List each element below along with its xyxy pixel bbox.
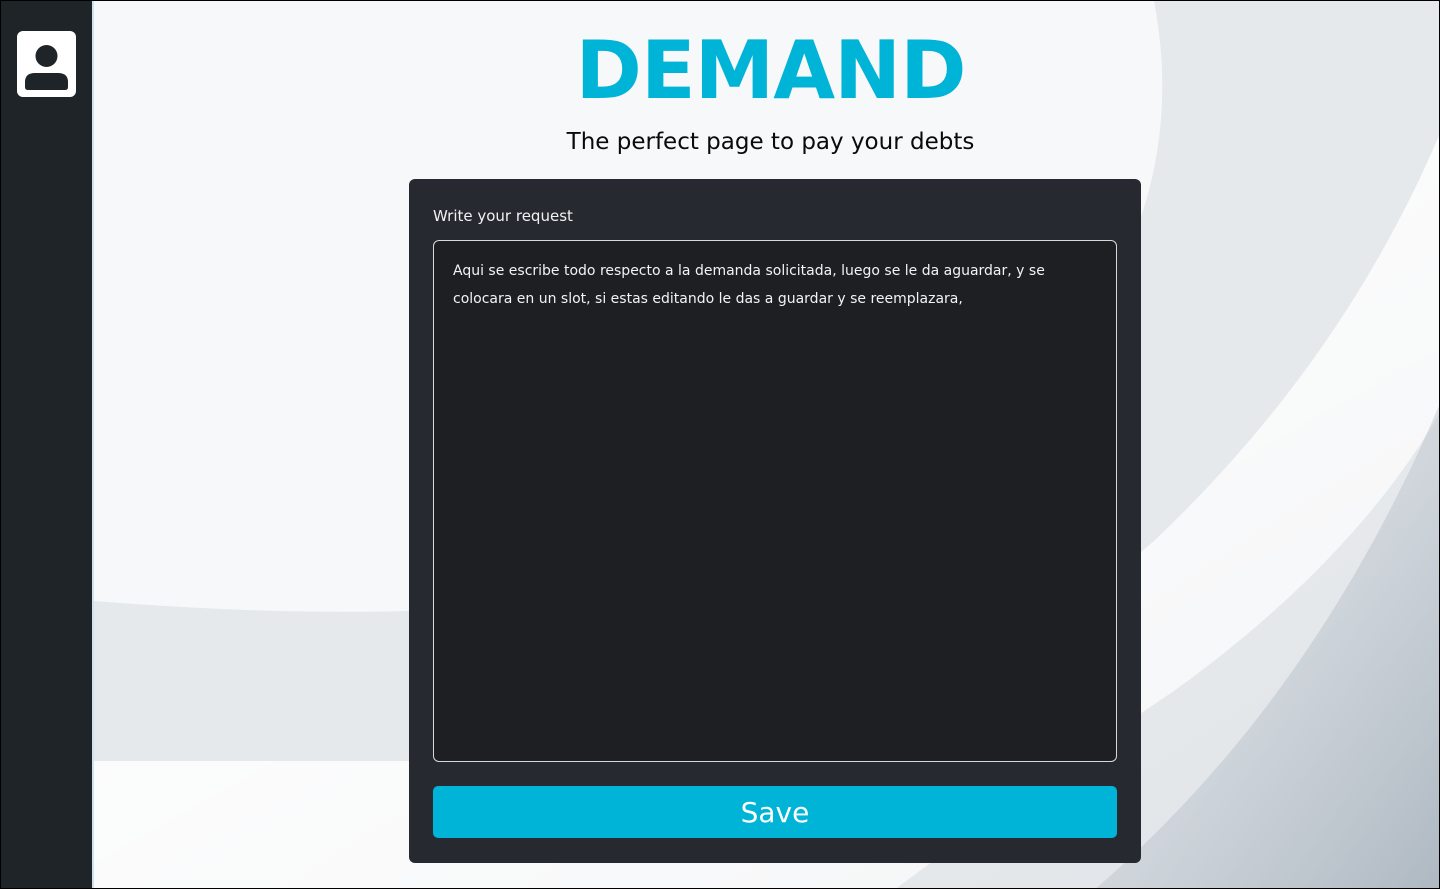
- save-button[interactable]: Save: [433, 786, 1117, 838]
- request-textarea[interactable]: Aqui se escribe todo respecto a la deman…: [433, 240, 1117, 762]
- user-avatar-icon: [25, 45, 68, 90]
- main-content: DEMAND The perfect page to pay your debt…: [94, 1, 1439, 888]
- request-card: Write your request Aqui se escribe todo …: [409, 179, 1141, 863]
- request-label: Write your request: [433, 207, 573, 225]
- page-subtitle: The perfect page to pay your debts: [566, 129, 975, 155]
- sidebar: [1, 1, 94, 888]
- profile-button[interactable]: [17, 31, 76, 97]
- app-window: DEMAND The perfect page to pay your debt…: [0, 0, 1440, 889]
- page-title: DEMAND: [575, 24, 967, 117]
